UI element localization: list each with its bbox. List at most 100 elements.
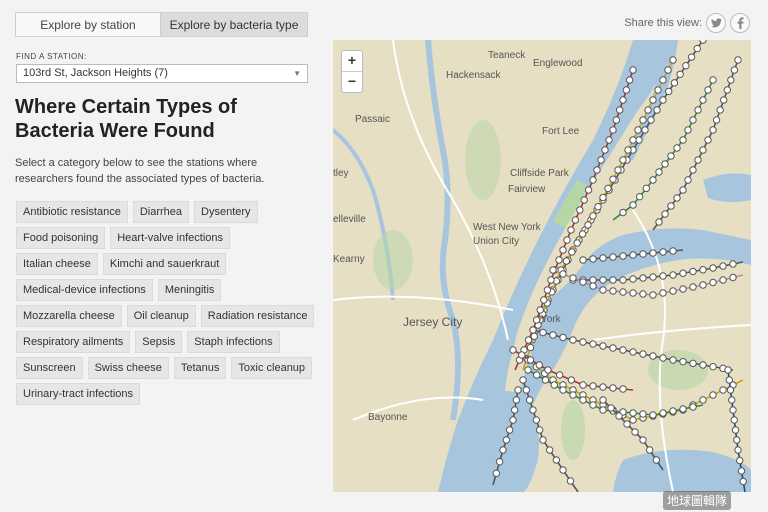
station-marker[interactable] <box>649 352 657 360</box>
station-marker[interactable] <box>569 274 577 282</box>
station-marker[interactable] <box>699 396 707 404</box>
station-marker[interactable] <box>709 76 717 84</box>
station-marker[interactable] <box>699 266 707 274</box>
station-marker[interactable] <box>653 106 661 114</box>
station-marker[interactable] <box>623 420 631 428</box>
station-marker[interactable] <box>709 278 717 287</box>
category-chip[interactable]: Food poisoning <box>16 227 106 249</box>
station-marker[interactable] <box>529 406 537 414</box>
station-marker[interactable] <box>569 336 577 344</box>
category-chip[interactable]: Mozzarella cheese <box>16 305 122 327</box>
station-marker[interactable] <box>609 276 617 284</box>
station-marker[interactable] <box>729 260 737 268</box>
station-marker[interactable] <box>543 286 552 294</box>
station-marker[interactable] <box>727 76 735 84</box>
station-marker[interactable] <box>730 66 739 74</box>
station-marker[interactable] <box>669 247 677 255</box>
station-marker[interactable] <box>639 410 647 418</box>
station-marker[interactable] <box>679 405 687 413</box>
station-marker[interactable] <box>550 381 558 389</box>
station-marker[interactable] <box>584 186 593 194</box>
category-chip[interactable]: Medical-device infections <box>16 279 153 301</box>
station-marker[interactable] <box>694 106 702 114</box>
station-marker[interactable] <box>689 403 697 411</box>
station-marker[interactable] <box>629 416 637 424</box>
station-marker[interactable] <box>670 79 679 87</box>
station-marker[interactable] <box>578 230 587 238</box>
station-marker[interactable] <box>682 62 690 70</box>
station-marker[interactable] <box>609 287 617 295</box>
station-marker[interactable] <box>723 86 731 94</box>
station-marker[interactable] <box>547 276 555 284</box>
station-marker[interactable] <box>664 66 672 74</box>
station-marker[interactable] <box>609 344 617 352</box>
category-chip[interactable]: Respiratory ailments <box>16 331 131 353</box>
station-marker[interactable] <box>689 116 697 124</box>
station-marker[interactable] <box>589 212 597 220</box>
station-marker[interactable] <box>729 273 737 282</box>
station-marker[interactable] <box>699 146 707 154</box>
station-marker[interactable] <box>524 336 533 344</box>
station-marker[interactable] <box>609 384 617 392</box>
map-canvas[interactable]: Teaneck Englewood Hackensack Passaic Fort Le… <box>333 40 751 492</box>
station-marker[interactable] <box>673 144 681 152</box>
station-marker[interactable] <box>689 359 697 368</box>
station-marker[interactable] <box>594 202 602 211</box>
station-marker[interactable] <box>609 175 617 183</box>
category-chip[interactable]: Heart-valve infections <box>110 227 231 249</box>
station-marker[interactable] <box>642 184 651 193</box>
station-marker[interactable] <box>589 382 597 390</box>
station-marker[interactable] <box>661 160 669 168</box>
station-marker[interactable] <box>719 276 727 284</box>
station-marker[interactable] <box>599 254 607 262</box>
station-marker[interactable] <box>514 386 522 394</box>
station-marker[interactable] <box>522 386 531 394</box>
station-marker[interactable] <box>629 136 637 144</box>
station-marker[interactable] <box>635 192 644 201</box>
station-marker[interactable] <box>569 391 577 399</box>
station-marker[interactable] <box>726 386 735 394</box>
station-marker[interactable] <box>593 166 601 174</box>
station-marker[interactable] <box>524 366 532 374</box>
station-marker[interactable] <box>541 376 550 384</box>
station-marker[interactable] <box>549 266 557 274</box>
station-marker[interactable] <box>659 289 667 297</box>
station-marker[interactable] <box>693 44 701 53</box>
station-marker[interactable] <box>624 146 632 154</box>
station-marker[interactable] <box>536 306 544 314</box>
station-marker[interactable] <box>589 282 597 290</box>
station-marker[interactable] <box>552 456 561 464</box>
station-marker[interactable] <box>669 271 677 279</box>
station-marker[interactable] <box>599 276 607 284</box>
station-marker[interactable] <box>641 126 649 134</box>
station-marker[interactable] <box>540 296 548 304</box>
station-marker[interactable] <box>619 156 627 164</box>
station-marker[interactable] <box>566 477 575 485</box>
station-marker[interactable] <box>614 166 622 174</box>
station-marker[interactable] <box>659 76 667 84</box>
station-marker[interactable] <box>649 273 657 281</box>
station-marker[interactable] <box>619 252 627 260</box>
station-marker[interactable] <box>559 246 567 254</box>
station-marker[interactable] <box>535 426 544 434</box>
station-marker[interactable] <box>652 456 661 464</box>
station-marker[interactable] <box>669 56 677 64</box>
station-marker[interactable] <box>699 281 707 289</box>
station-marker[interactable] <box>724 366 732 374</box>
station-marker[interactable] <box>629 201 637 209</box>
station-marker[interactable] <box>673 194 681 202</box>
station-marker[interactable] <box>689 166 697 174</box>
station-marker[interactable] <box>609 126 617 134</box>
station-marker[interactable] <box>709 362 717 371</box>
station-marker[interactable] <box>661 210 669 218</box>
station-marker[interactable] <box>502 436 511 444</box>
station-marker[interactable] <box>667 152 675 160</box>
category-chip[interactable]: Oil cleanup <box>126 305 196 327</box>
station-marker[interactable] <box>712 116 721 124</box>
category-chip[interactable]: Kimchi and sauerkraut <box>102 253 227 275</box>
station-marker[interactable] <box>510 406 519 414</box>
station-marker[interactable] <box>676 70 684 78</box>
station-marker[interactable] <box>526 343 535 352</box>
station-marker[interactable] <box>639 350 647 358</box>
station-marker[interactable] <box>679 136 687 144</box>
